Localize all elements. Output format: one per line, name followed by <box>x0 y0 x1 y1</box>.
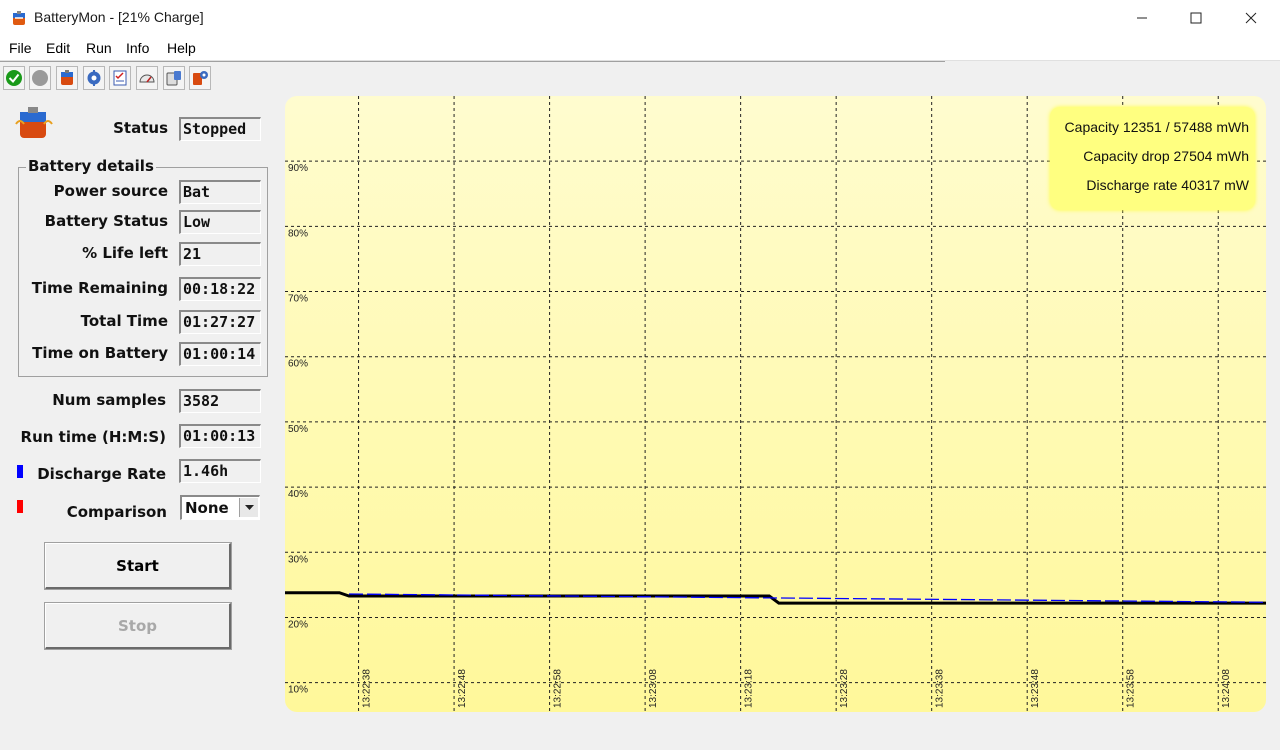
start-button[interactable]: Start <box>44 542 232 590</box>
status-field: Stopped <box>179 117 261 141</box>
toolbar-battery-button[interactable] <box>56 66 78 90</box>
x-tick-label: 13:23:38 <box>935 669 946 708</box>
comparison-label-clip: Comparison Rat <box>40 502 167 526</box>
life-left-field: 21 <box>179 242 261 266</box>
legend-capacity-drop: Capacity drop 27504 mWh <box>1083 148 1249 164</box>
toolbar-stop-button[interactable] <box>29 66 51 90</box>
menu-info[interactable]: Info <box>126 40 149 56</box>
life-left-label: % Life left <box>82 244 168 262</box>
title-bar[interactable]: BatteryMon - [21% Charge] <box>0 0 1280 36</box>
menu-run[interactable]: Run <box>86 40 112 56</box>
power-source-field: Bat <box>179 180 261 204</box>
gear-icon <box>87 70 101 86</box>
y-tick-label: 20% <box>288 619 308 630</box>
battery-status-label: Battery Status <box>44 212 168 230</box>
toolbar-battery-settings-button[interactable] <box>189 66 211 90</box>
discharge-rate-series-line <box>348 593 1266 603</box>
x-tick-label: 13:24:08 <box>1221 669 1232 708</box>
x-tick-label: 13:23:48 <box>1030 669 1041 708</box>
x-tick-label: 13:22:58 <box>553 669 564 708</box>
total-time-label: Total Time <box>80 312 168 330</box>
battery-chart: 90% 80% 70% 60% 50% 40% 30% 20% 10% 13:22:38 13:22… <box>285 96 1266 712</box>
toolbar-settings-button[interactable] <box>83 66 105 90</box>
discharge-rate-color-swatch <box>17 465 23 478</box>
num-samples-field: 3582 <box>179 389 261 413</box>
run-time-field: 01:00:13 <box>179 424 261 448</box>
time-remaining-field: 00:18:22 <box>179 277 261 301</box>
toolbar-battery-info-button[interactable] <box>163 66 185 90</box>
window-title: BatteryMon - [21% Charge] <box>34 9 204 25</box>
x-tick-label: 13:22:48 <box>457 669 468 708</box>
stop-gray-icon <box>32 70 48 86</box>
total-time-field: 01:27:27 <box>179 310 261 334</box>
power-source-label: Power source <box>53 182 168 200</box>
y-tick-label: 40% <box>288 489 308 500</box>
menu-edit[interactable]: Edit <box>46 40 70 56</box>
toolbar <box>0 61 945 92</box>
close-icon <box>1245 12 1257 24</box>
x-tick-label: 13:23:58 <box>1126 669 1137 708</box>
menu-help[interactable]: Help <box>167 40 196 56</box>
battery-details-title: Battery details <box>26 157 156 175</box>
x-tick-label: 13:23:08 <box>648 669 659 708</box>
x-tick-label: 13:22:38 <box>362 669 373 708</box>
menu-bar: File Edit Run Info Help <box>0 36 1280 61</box>
gauge-icon <box>139 74 155 83</box>
close-button[interactable] <box>1224 0 1278 36</box>
run-time-label: Run time (H:M:S) <box>20 428 166 446</box>
comparison-rate-label: Comparison Rat <box>66 503 167 526</box>
checklist-icon <box>113 70 127 86</box>
battery-settings-icon <box>193 71 208 85</box>
toolbar-start-button[interactable] <box>3 66 25 90</box>
time-on-battery-field: 01:00:14 <box>179 342 261 366</box>
time-on-battery-label: Time on Battery <box>32 344 168 362</box>
chevron-down-icon <box>244 504 254 510</box>
y-tick-label: 60% <box>288 359 308 370</box>
battermon-window: BatteryMon - [21% Charge] File Edit Run … <box>0 0 1280 750</box>
y-tick-label: 30% <box>288 554 308 565</box>
minimize-icon <box>1137 17 1147 19</box>
status-label: Status <box>113 119 168 137</box>
discharge-rate-field: 1.46h <box>179 459 261 483</box>
chart-legend-box: Capacity 12351 / 57488 mWh Capacity drop… <box>1050 107 1255 210</box>
num-samples-label: Num samples <box>52 391 166 409</box>
battery-icon <box>61 70 73 85</box>
toolbar-checklist-button[interactable] <box>109 66 131 90</box>
comparison-rate-color-swatch <box>17 500 23 513</box>
discharge-rate-label: Discharge Rate <box>37 465 166 483</box>
app-battery-icon <box>13 11 25 25</box>
x-tick-label: 13:23:28 <box>839 669 850 708</box>
y-tick-label: 90% <box>288 163 308 174</box>
y-tick-label: 80% <box>288 228 308 239</box>
y-tick-label: 70% <box>288 294 308 305</box>
stop-button[interactable]: Stop <box>44 602 232 650</box>
check-green-icon <box>6 70 22 86</box>
time-remaining-label: Time Remaining <box>31 279 168 297</box>
comparison-dropdown-button[interactable] <box>239 498 258 517</box>
x-tick-label: 13:23:18 <box>744 669 755 708</box>
comparison-select[interactable]: None <box>180 495 260 520</box>
maximize-button[interactable] <box>1169 0 1223 36</box>
legend-discharge-rate: Discharge rate 40317 mW <box>1086 177 1249 193</box>
battery-status-field: Low <box>179 210 261 234</box>
legend-capacity: Capacity 12351 / 57488 mWh <box>1064 119 1249 135</box>
maximize-icon <box>1190 12 1202 24</box>
menu-file[interactable]: File <box>9 40 32 56</box>
minimize-button[interactable] <box>1115 0 1169 36</box>
comparison-select-value: None <box>185 499 229 517</box>
battery-logo-icon <box>15 107 53 138</box>
toolbar-gauge-button[interactable] <box>136 66 158 90</box>
battery-info-icon <box>166 71 181 86</box>
y-tick-label: 10% <box>288 685 308 696</box>
y-tick-label: 50% <box>288 424 308 435</box>
